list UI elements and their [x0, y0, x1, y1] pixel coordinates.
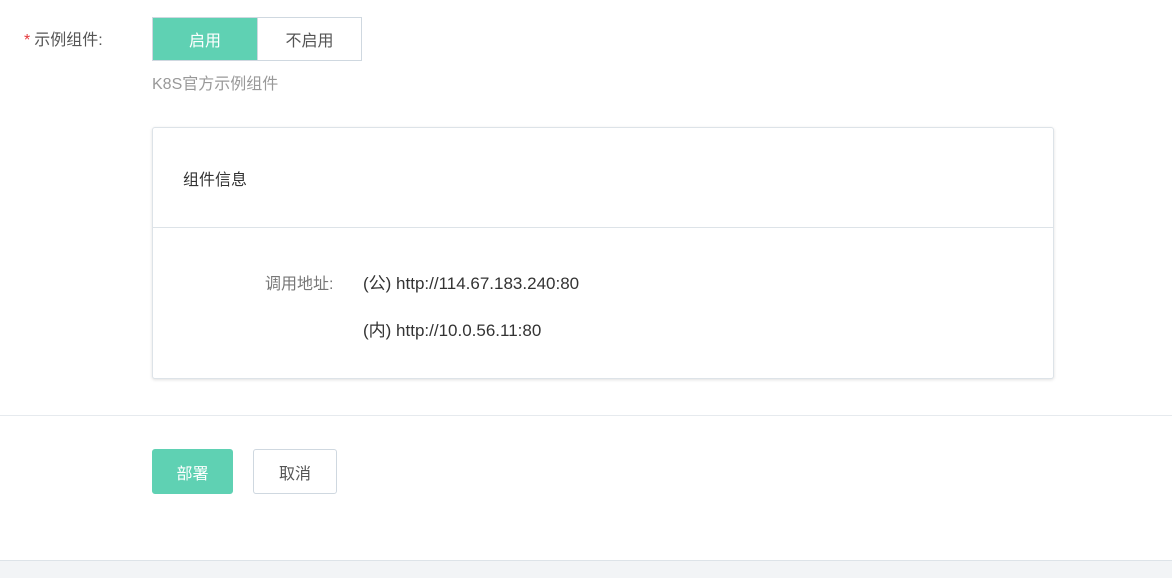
footer-strip: [0, 560, 1172, 578]
enable-toggle-group: 启用 不启用: [152, 17, 362, 61]
disable-option[interactable]: 不启用: [257, 18, 361, 60]
field-hint: K8S官方示例组件: [152, 76, 279, 93]
section-divider: [0, 415, 1172, 416]
card-header: 组件信息: [153, 128, 1053, 228]
component-info-card: 组件信息 调用地址: (公) http://114.67.183.240:80 …: [152, 127, 1054, 379]
required-mark: *: [24, 32, 31, 49]
field-label-text: 示例组件:: [34, 32, 103, 49]
page: * 示例组件: 启用 不启用 K8S官方示例组件 组件信息 调用地址: (公) h…: [0, 0, 1172, 578]
example-component-label: * 示例组件:: [24, 30, 103, 52]
card-title: 组件信息: [183, 171, 248, 189]
address-label: 调用地址:: [265, 276, 334, 293]
deploy-button[interactable]: 部署: [152, 449, 233, 494]
enable-option[interactable]: 启用: [153, 18, 257, 60]
cancel-button[interactable]: 取消: [253, 449, 337, 494]
public-address: (公) http://114.67.183.240:80: [363, 274, 580, 293]
internal-address: (内) http://10.0.56.11:80: [363, 321, 542, 340]
